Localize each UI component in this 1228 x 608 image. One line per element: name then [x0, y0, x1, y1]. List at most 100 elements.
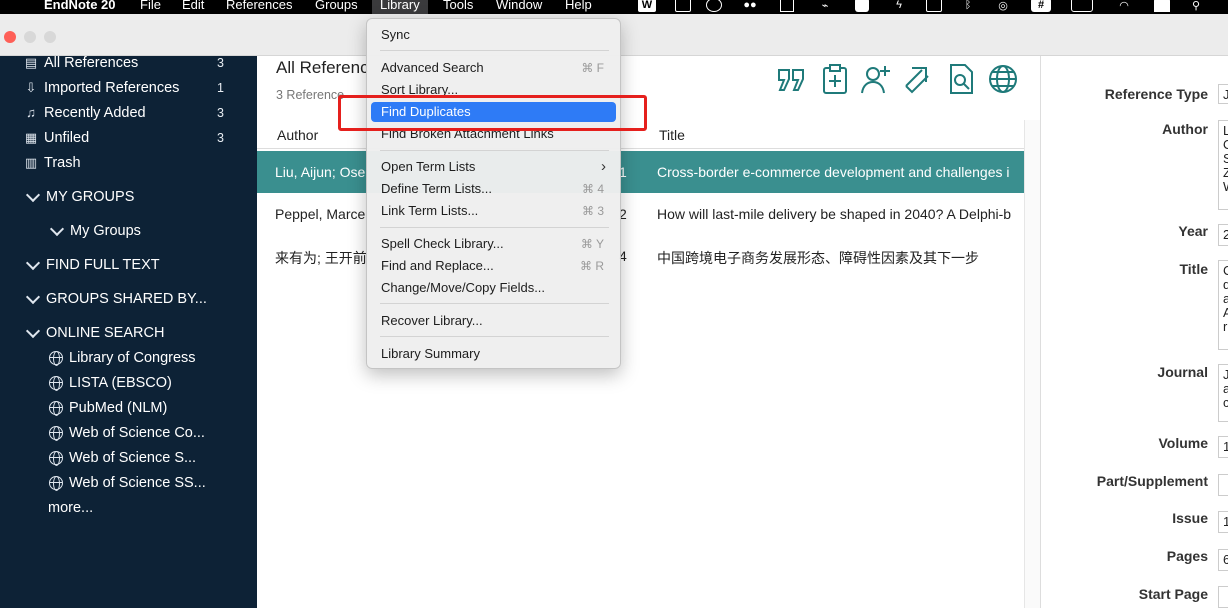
sidebar-item-all-references[interactable]: ▤ All References: [24, 52, 138, 74]
wechat-icon[interactable]: ●●: [740, 0, 760, 12]
menu-edit[interactable]: Edit: [182, 0, 204, 13]
sidebar-item-label: Web of Science SS...: [69, 475, 206, 491]
field-label-issue: Issue: [1172, 510, 1208, 526]
menu-item-spell-check[interactable]: Spell Check Library... ⌘ Y: [371, 234, 616, 254]
list-scrollbar[interactable]: [1024, 120, 1040, 608]
sidebar-item-label: Web of Science Co...: [69, 425, 205, 441]
bolt-icon[interactable]: ϟ: [893, 0, 905, 12]
sidebar-item-count: 1: [217, 81, 224, 95]
wifi-icon[interactable]: ◠: [1115, 0, 1133, 12]
field-value-volume[interactable]: 1: [1218, 436, 1228, 458]
sidebar-more-link[interactable]: more...: [48, 497, 93, 519]
sidebar-section-my-groups[interactable]: MY GROUPS: [25, 186, 135, 208]
sidebar-item-pubmed[interactable]: PubMed (NLM): [49, 397, 167, 419]
app-menu-endnote[interactable]: EndNote 20: [44, 0, 116, 13]
close-window-button[interactable]: [4, 31, 16, 43]
sidebar-item-library-of-congress[interactable]: Library of Congress: [49, 347, 196, 369]
spotlight-search-icon[interactable]: ⚲: [1189, 0, 1203, 12]
author-column-header[interactable]: Author: [277, 127, 318, 143]
menu-file[interactable]: File: [140, 0, 161, 13]
quote-icon[interactable]: [775, 62, 809, 96]
menu-item-define-term-lists[interactable]: Define Term Lists... ⌘ 4: [371, 179, 616, 199]
field-value-journal[interactable]: J a c: [1218, 364, 1228, 422]
network-icon[interactable]: ⌁: [816, 0, 834, 12]
menu-tools[interactable]: Tools: [443, 0, 473, 13]
sidebar-item-imported-references[interactable]: ⇩ Imported References: [24, 77, 180, 99]
shield-icon[interactable]: [855, 0, 869, 12]
section-label: MY GROUPS: [46, 189, 135, 205]
add-user-icon[interactable]: [859, 62, 893, 96]
menu-item-recover-library[interactable]: Recover Library...: [371, 311, 616, 331]
reference-count: 3 Reference: [276, 88, 345, 102]
field-value-reference-type[interactable]: J: [1218, 84, 1228, 104]
field-label-start-page: Start Page: [1138, 586, 1208, 602]
app-status-icon[interactable]: [706, 0, 722, 12]
sidebar-section-find-full-text[interactable]: FIND FULL TEXT: [25, 254, 160, 276]
sidebar-item-web-of-science-s[interactable]: Web of Science S...: [49, 447, 196, 469]
hashtag-icon[interactable]: #: [1031, 0, 1051, 12]
chevron-down-icon: [25, 289, 41, 305]
sidebar-item-label: PubMed (NLM): [69, 400, 168, 416]
zoom-window-button[interactable]: [44, 31, 56, 43]
field-value-author[interactable]: L O S Z W: [1218, 120, 1228, 210]
menu-item-label: Find and Replace...: [381, 258, 494, 273]
field-value-pages[interactable]: 6: [1218, 549, 1228, 571]
sidebar-group-my-groups[interactable]: My Groups: [49, 220, 141, 242]
field-value-issue[interactable]: 1: [1218, 511, 1228, 533]
menu-library[interactable]: Library: [372, 0, 428, 14]
title-cell: 中国跨境电子商务发展形态、障碍性因素及其下一步: [657, 250, 979, 266]
find-pdf-icon[interactable]: [944, 62, 978, 96]
bluetooth-icon[interactable]: ᛒ: [962, 0, 974, 12]
field-value-year[interactable]: 2: [1218, 224, 1228, 246]
add-reference-icon[interactable]: [818, 62, 852, 96]
author-cell: Liu, Aijun; Ose: [275, 164, 366, 180]
wps-icon[interactable]: W: [638, 0, 656, 12]
sidebar-item-web-of-science-core[interactable]: Web of Science Co...: [49, 422, 205, 444]
menu-references[interactable]: References: [226, 0, 292, 13]
field-value-part-supplement[interactable]: [1218, 474, 1228, 496]
field-label-title: Title: [1179, 261, 1208, 277]
field-value-title[interactable]: C d a A r: [1218, 260, 1228, 350]
menu-item-sync[interactable]: Sync: [371, 25, 616, 45]
trash-icon: ▥: [24, 155, 38, 170]
title-column-header[interactable]: Title: [659, 127, 685, 143]
airdrop-icon[interactable]: ◎: [994, 0, 1012, 12]
sidebar-item-web-of-science-ss[interactable]: Web of Science SS...: [49, 472, 206, 494]
sidebar-section-online-search[interactable]: ONLINE SEARCH: [25, 322, 164, 344]
field-label-author: Author: [1162, 121, 1208, 137]
sidebar-section-groups-shared[interactable]: GROUPS SHARED BY...: [25, 288, 207, 310]
globe-icon: [49, 426, 63, 441]
notes-icon[interactable]: [675, 0, 691, 12]
share-arrow-icon[interactable]: [902, 62, 936, 96]
field-label-journal: Journal: [1157, 364, 1208, 380]
sidebar-item-recently-added[interactable]: ♫ Recently Added: [24, 102, 145, 124]
window-icon[interactable]: [926, 0, 942, 12]
sidebar-item-count: 3: [217, 106, 224, 120]
menu-item-library-summary[interactable]: Library Summary: [371, 344, 616, 364]
menu-separator: [380, 150, 609, 151]
field-label-reference-type: Reference Type: [1104, 86, 1208, 102]
field-value-start-page[interactable]: [1218, 586, 1228, 608]
bell-icon: ♫: [26, 105, 36, 120]
menu-item-open-term-lists[interactable]: Open Term Lists ›: [371, 157, 616, 177]
menu-window[interactable]: Window: [496, 0, 542, 13]
sidebar-item-unfiled[interactable]: ▦ Unfiled: [24, 127, 89, 149]
user-icon[interactable]: [1154, 0, 1170, 12]
screen-icon[interactable]: [780, 0, 794, 12]
menu-item-label: Link Term Lists...: [381, 203, 479, 218]
sidebar-item-lista[interactable]: LISTA (EBSCO): [49, 372, 172, 394]
sidebar-item-trash[interactable]: ▥ Trash: [24, 152, 81, 174]
minimize-window-button[interactable]: [24, 31, 36, 43]
menu-help[interactable]: Help: [565, 0, 592, 13]
menu-item-link-term-lists[interactable]: Link Term Lists... ⌘ 3: [371, 201, 616, 221]
annotation-highlight-box: [338, 95, 647, 131]
menu-item-label: Sync: [381, 27, 410, 42]
sidebar-item-label: Imported References: [44, 80, 180, 96]
chevron-right-icon: ›: [601, 158, 606, 175]
menu-groups[interactable]: Groups: [315, 0, 358, 13]
battery-icon[interactable]: [1071, 0, 1093, 12]
online-globe-icon[interactable]: [986, 62, 1020, 96]
menu-item-advanced-search[interactable]: Advanced Search ⌘ F: [371, 58, 616, 78]
menu-item-find-and-replace[interactable]: Find and Replace... ⌘ R: [371, 256, 616, 276]
menu-item-change-move-copy[interactable]: Change/Move/Copy Fields...: [371, 278, 616, 298]
